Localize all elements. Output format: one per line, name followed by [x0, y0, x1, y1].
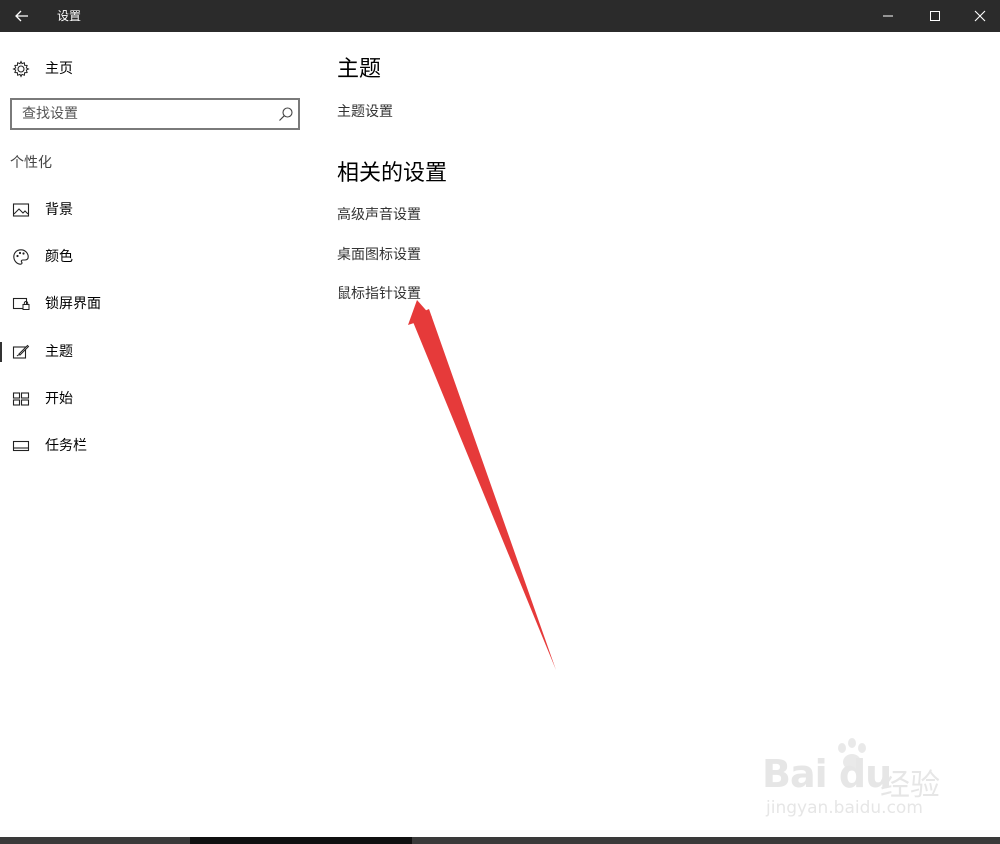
sidebar-item-colors[interactable]: 颜色 [0, 237, 316, 277]
picture-icon [12, 203, 30, 217]
sidebar-item-taskbar[interactable]: 任务栏 [0, 426, 316, 466]
search-input[interactable] [12, 100, 270, 128]
close-icon [974, 10, 986, 22]
minimize-icon [883, 15, 893, 17]
sidebar-item-label: 背景 [45, 202, 73, 218]
mouse-pointer-settings-link[interactable]: 鼠标指针设置 [337, 285, 421, 303]
theme-settings-link[interactable]: 主题设置 [337, 103, 393, 121]
sidebar-item-label: 主题 [45, 344, 73, 360]
sidebar-item-label: 任务栏 [45, 438, 87, 454]
sidebar-item-label: 开始 [45, 391, 73, 407]
watermark-url: jingyan.baidu.com [766, 798, 923, 818]
sidebar-item-label: 锁屏界面 [45, 296, 101, 312]
window-title: 设置 [57, 9, 82, 23]
desktop-icon-settings-link[interactable]: 桌面图标设置 [337, 246, 421, 264]
taskbar-segment [0, 837, 190, 844]
back-arrow-icon [15, 10, 28, 22]
maximize-button[interactable] [912, 0, 958, 32]
taskbar-strip [0, 837, 1000, 844]
main-content: 主题 主题设置 相关的设置 高级声音设置 桌面图标设置 鼠标指针设置 [316, 32, 1000, 838]
taskbar-segment [412, 837, 1000, 844]
gear-icon [12, 60, 30, 78]
start-tiles-icon [12, 392, 30, 406]
back-button[interactable] [0, 0, 44, 32]
selected-indicator [0, 342, 2, 362]
search-box[interactable] [10, 98, 300, 130]
page-title: 主题 [337, 57, 382, 82]
related-settings-heading: 相关的设置 [337, 161, 448, 186]
sidebar-item-home[interactable]: 主页 [0, 54, 316, 84]
taskbar-icon [12, 440, 30, 452]
sidebar-item-background[interactable]: 背景 [0, 190, 316, 230]
advanced-sound-settings-link[interactable]: 高级声音设置 [337, 206, 421, 224]
sidebar-item-lock-screen[interactable]: 锁屏界面 [0, 284, 316, 324]
theme-brush-icon [12, 344, 30, 359]
lockscreen-icon [12, 297, 30, 310]
sidebar-item-label: 主页 [45, 61, 73, 77]
minimize-button[interactable] [865, 0, 911, 32]
sidebar-item-label: 颜色 [45, 249, 73, 265]
sidebar-item-themes[interactable]: 主题 [0, 332, 316, 372]
title-bar: 设置 [0, 0, 1000, 32]
close-button[interactable] [957, 0, 1000, 32]
sidebar-item-start[interactable]: 开始 [0, 379, 316, 419]
section-label: 个性化 [10, 155, 52, 171]
sidebar: 主页 个性化 背景 颜色 锁屏界面 [0, 32, 316, 838]
watermark-brand: Bai du [762, 752, 892, 796]
search-icon[interactable] [278, 106, 294, 122]
maximize-icon [930, 11, 940, 21]
baidu-watermark: Bai du 经验 jingyan.baidu.com [762, 738, 992, 828]
palette-icon [13, 249, 29, 265]
